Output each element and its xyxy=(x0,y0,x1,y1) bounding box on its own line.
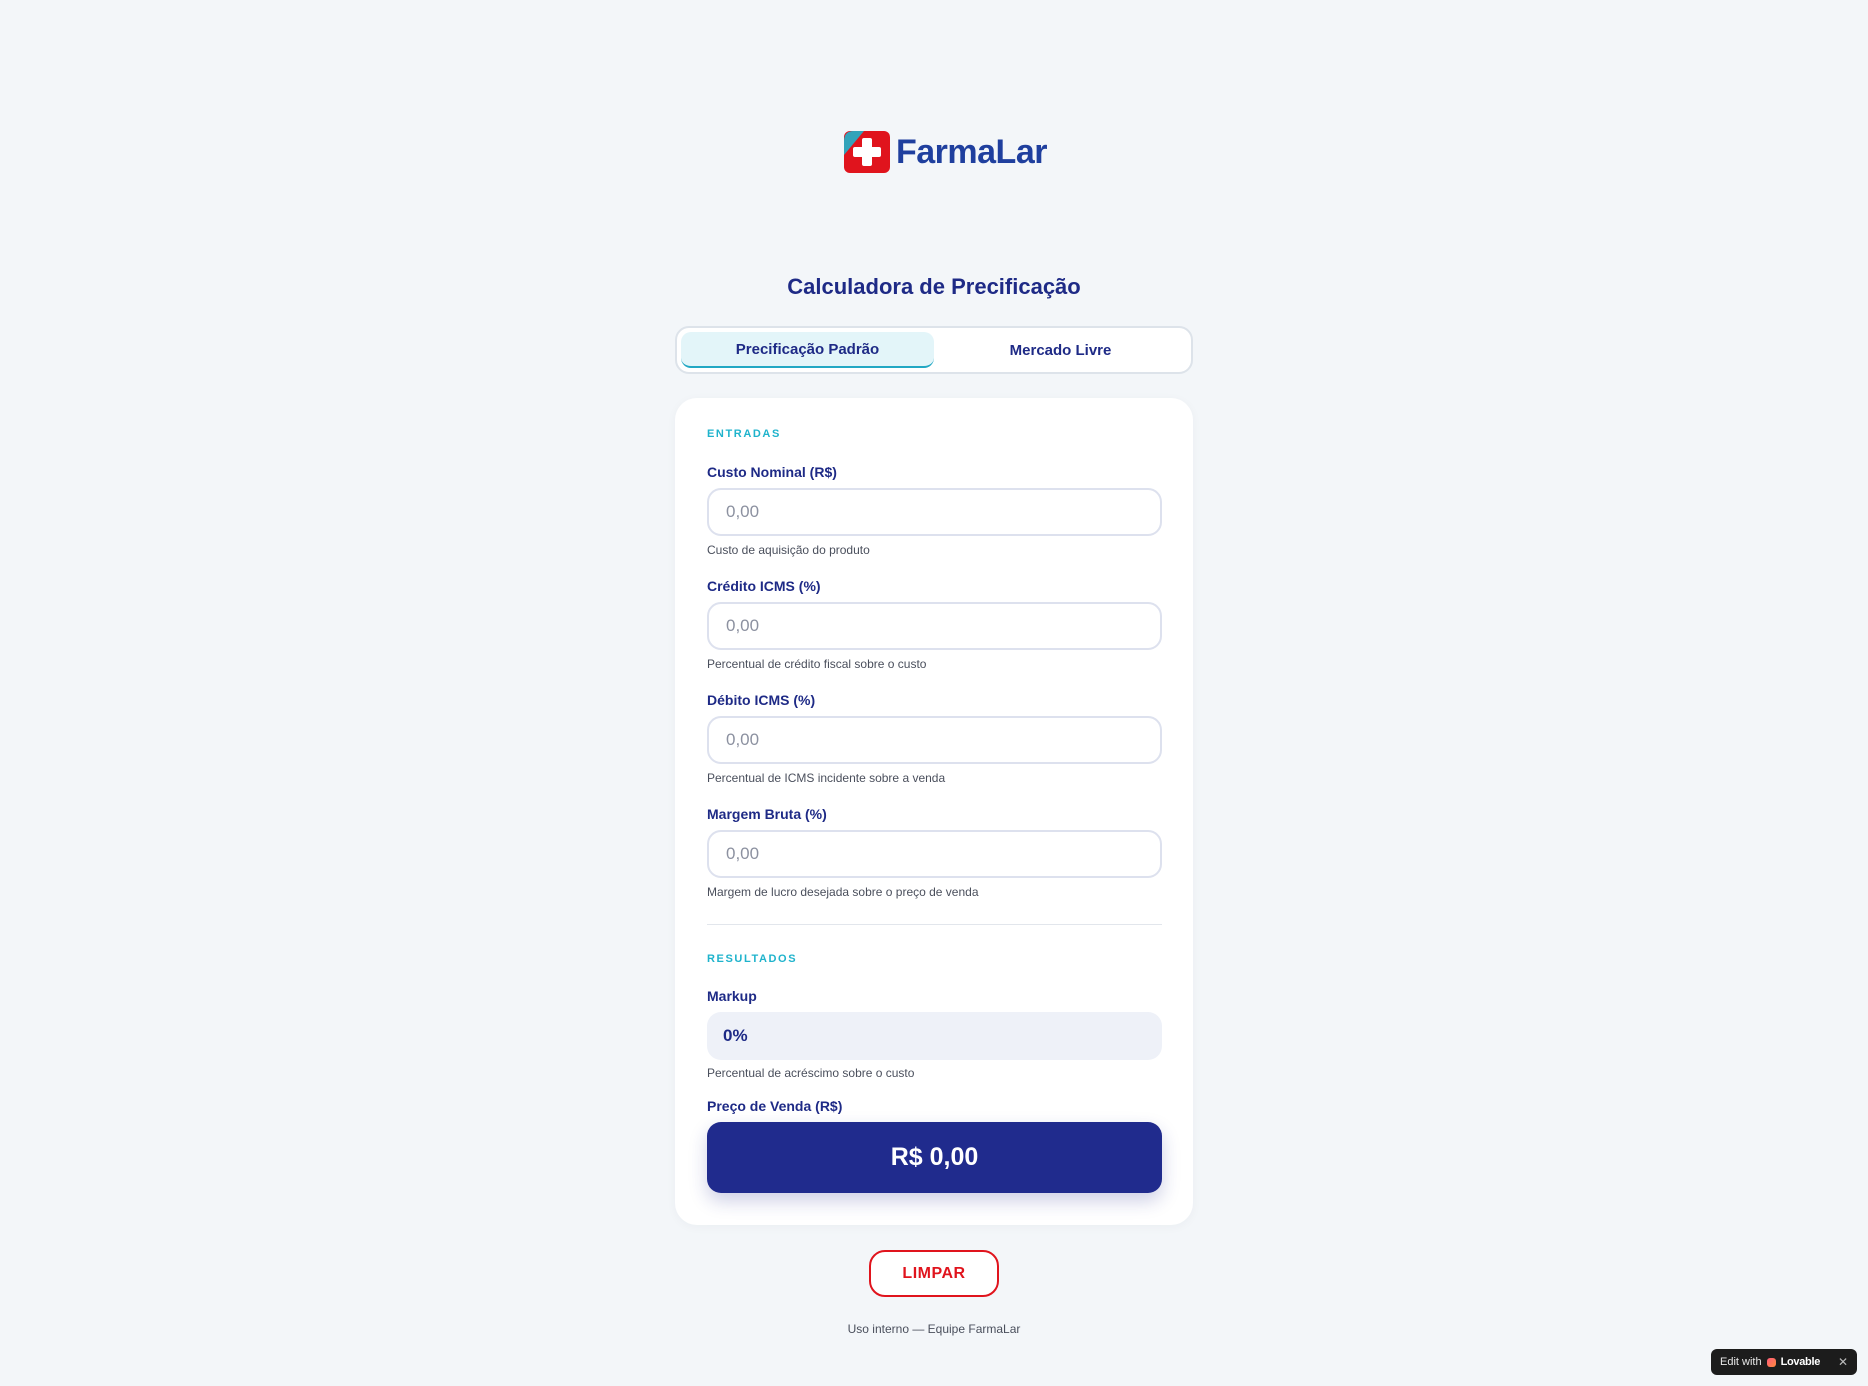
page-title: Calculadora de Precificação xyxy=(787,274,1081,299)
credito-icms-helper: Percentual de crédito fiscal sobre o cus… xyxy=(707,657,927,671)
markup-helper: Percentual de acréscimo sobre o custo xyxy=(707,1066,915,1080)
preco-venda-value: R$ 0,00 xyxy=(707,1122,1162,1193)
results-section-label: RESULTADOS xyxy=(707,953,798,965)
custo-nominal-input[interactable] xyxy=(707,488,1162,536)
preco-venda-label: Preço de Venda (R$) xyxy=(707,1098,843,1114)
custo-nominal-helper: Custo de aquisição do produto xyxy=(707,543,870,557)
brand-logo: FarmaLar xyxy=(844,131,1047,173)
badge-prefix: Edit with xyxy=(1720,1356,1762,1368)
section-divider xyxy=(707,924,1162,925)
debito-icms-label: Débito ICMS (%) xyxy=(707,692,816,708)
markup-value: 0% xyxy=(707,1012,1162,1060)
margem-bruta-label: Margem Bruta (%) xyxy=(707,806,827,822)
tab-mercado-livre[interactable]: Mercado Livre xyxy=(934,332,1187,368)
debito-icms-helper: Percentual de ICMS incidente sobre a ven… xyxy=(707,771,946,785)
brand-name: FarmaLar xyxy=(896,132,1047,171)
edit-with-lovable-badge[interactable]: Edit with Lovable ✕ xyxy=(1711,1349,1857,1375)
tab-precificacao-padrao[interactable]: Precificação Padrão xyxy=(681,332,934,368)
credito-icms-input[interactable] xyxy=(707,602,1162,650)
calculator-card: ENTRADAS Custo Nominal (R$) Custo de aqu… xyxy=(675,398,1193,1225)
pricing-mode-tabs: Precificação Padrão Mercado Livre xyxy=(675,326,1193,374)
margem-bruta-input[interactable] xyxy=(707,830,1162,878)
credito-icms-label: Crédito ICMS (%) xyxy=(707,578,821,594)
close-icon[interactable]: ✕ xyxy=(1838,1355,1848,1369)
debito-icms-input[interactable] xyxy=(707,716,1162,764)
markup-label: Markup xyxy=(707,988,757,1004)
medical-cross-icon xyxy=(844,131,890,173)
lovable-heart-icon xyxy=(1766,1357,1776,1367)
margem-bruta-helper: Margem de lucro desejada sobre o preço d… xyxy=(707,885,979,899)
inputs-section-label: ENTRADAS xyxy=(707,428,781,440)
clear-button[interactable]: LIMPAR xyxy=(869,1250,999,1297)
badge-brand: Lovable xyxy=(1780,1356,1821,1368)
custo-nominal-label: Custo Nominal (R$) xyxy=(707,464,837,480)
footer-text: Uso interno — Equipe FarmaLar xyxy=(847,1322,1021,1336)
